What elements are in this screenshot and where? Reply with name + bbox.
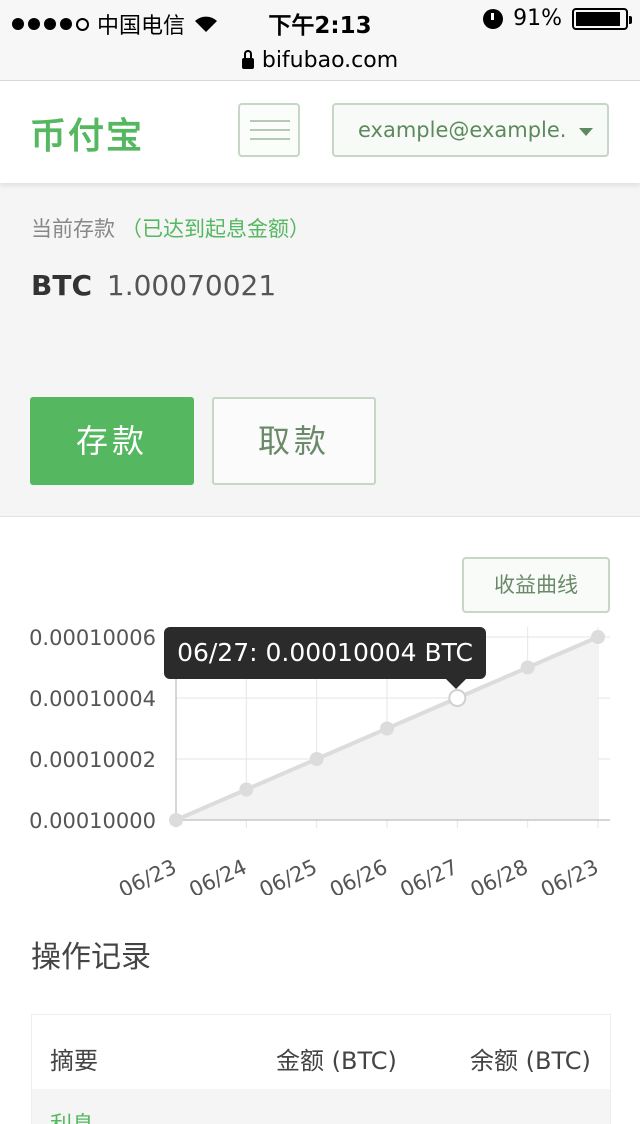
x-tick-label: 06/27 [396,855,461,895]
status-right: 91% [483,6,632,31]
deposit-label: 当前存款 （已达到起息金额） [31,213,310,243]
data-point [380,721,394,736]
y-tick-label: 0.00010002 [29,748,156,772]
chart-tooltip: 06/27: 0.00010004 BTC [164,627,486,689]
chevron-down-icon [579,128,593,136]
lock-icon [241,49,254,69]
data-point [169,813,183,827]
data-point [591,630,605,644]
data-point [309,752,324,766]
x-tick-label: 06/26 [326,855,391,895]
row-summary: 利息 [50,1107,94,1124]
data-point [239,782,254,797]
earnings-curve-button[interactable]: 收益曲线 [462,557,610,613]
battery-icon [572,7,632,30]
x-tick-label: 06/25 [256,855,321,895]
table-row[interactable]: 利息 [32,1089,610,1124]
account-dropdown[interactable]: example@example. [332,103,609,157]
data-point [520,660,535,675]
column-header-summary: 摘要 [50,1047,98,1075]
x-tick-label: 06/28 [467,855,532,895]
account-label: example@example. [358,118,567,142]
balance-currency: BTC [31,269,92,302]
data-point [448,689,467,707]
url-bar[interactable]: bifubao.com [0,40,640,81]
x-tick-label: 06/23 [115,855,180,895]
url-text[interactable]: bifubao.com [262,48,398,73]
interest-status: （已达到起息金额） [121,217,310,241]
balance-amount: 1.00070021 [106,269,277,302]
status-bar: 中国电信 下午2:13 91% [0,0,640,40]
menu-button[interactable] [238,103,300,157]
y-tick-label: 0.00010000 [29,809,156,833]
alarm-icon [483,8,504,29]
x-tick-label: 06/24 [185,855,250,895]
y-tick-label: 0.00010006 [29,626,156,650]
column-header-amount: 金额 (BTC) [276,1047,397,1075]
deposit-button[interactable]: 存款 [30,397,194,485]
deposit-panel: 当前存款 （已达到起息金额） BTC 1.00070021 存款 取款 [0,183,640,517]
site-header: 币付宝 example@example. [0,81,640,183]
battery-percent: 91% [513,6,562,31]
y-tick-label: 0.00010004 [29,687,156,711]
balance: BTC 1.00070021 [31,269,276,302]
x-tick-label: 06/23 [537,855,602,895]
records-title: 操作记录 [31,940,151,975]
records-table: 摘要 金额 (BTC) 余额 (BTC) 利息 [31,1014,611,1124]
logo[interactable]: 币付宝 [30,107,144,159]
withdraw-button[interactable]: 取款 [212,397,376,485]
deposit-label-text: 当前存款 [31,217,115,241]
column-header-balance: 余额 (BTC) [470,1047,591,1075]
